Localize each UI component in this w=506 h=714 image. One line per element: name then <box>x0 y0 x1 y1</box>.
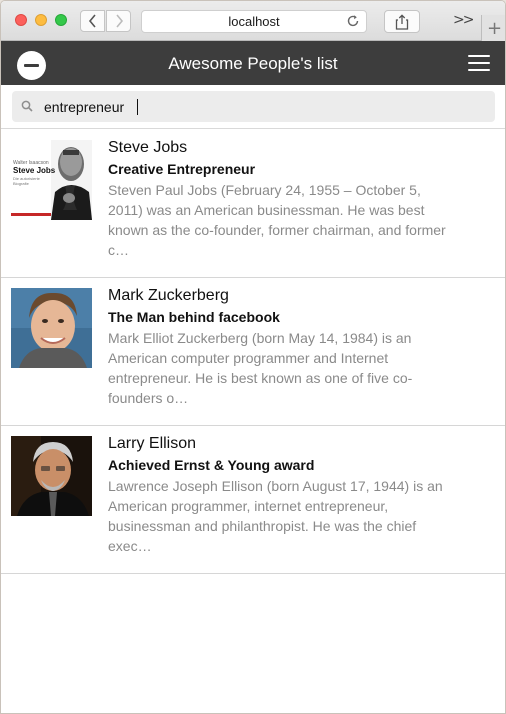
search-box[interactable] <box>12 91 495 122</box>
person-name: Larry Ellison <box>108 435 197 452</box>
page-title: Awesome People's list <box>168 54 338 73</box>
share-button[interactable] <box>384 10 420 33</box>
text-caret <box>137 99 138 115</box>
avatar <box>11 288 92 368</box>
browser-window: localhost >> + Awesome People's list ent… <box>0 0 506 714</box>
plus-icon: + <box>486 17 503 39</box>
chevron-left-icon <box>88 14 96 28</box>
minimize-window-button[interactable] <box>35 14 47 26</box>
person-subtitle: Creative Entrepreneur <box>108 161 256 177</box>
people-list: Walter Isaacson Steve Jobs Die autorisie… <box>1 130 505 574</box>
forward-button[interactable] <box>106 10 131 32</box>
person-subtitle: The Man behind facebook <box>108 309 280 325</box>
url-text: localhost <box>228 14 280 29</box>
share-icon <box>395 13 409 30</box>
app-header: Awesome People's list <box>1 41 505 85</box>
list-item[interactable]: Walter Isaacson Steve Jobs Die autorisie… <box>1 130 505 278</box>
reload-icon[interactable] <box>346 14 360 28</box>
zoom-window-button[interactable] <box>55 14 67 26</box>
browser-toolbar: localhost >> + <box>1 1 505 41</box>
person-description: Steven Paul Jobs (February 24, 1955 – Oc… <box>108 182 446 258</box>
hamburger-icon <box>468 55 490 57</box>
address-bar[interactable]: localhost <box>141 10 367 33</box>
mark-zuckerberg-photo <box>11 288 92 368</box>
more-tabs-button[interactable]: >> <box>453 12 475 28</box>
search-icon <box>21 100 33 112</box>
chevron-right-icon <box>115 14 123 28</box>
search-input[interactable] <box>44 95 464 118</box>
search-bar <box>1 85 505 129</box>
person-description: Mark Elliot Zuckerberg (born May 14, 198… <box>108 330 413 406</box>
person-name: Mark Zuckerberg <box>108 287 229 304</box>
back-button[interactable] <box>80 10 105 32</box>
close-window-button[interactable] <box>15 14 27 26</box>
larry-ellison-photo <box>11 436 92 516</box>
person-description: Lawrence Joseph Ellison (born August 17,… <box>108 478 443 554</box>
person-name: Steve Jobs <box>108 139 188 156</box>
avatar <box>11 436 92 516</box>
menu-button[interactable] <box>468 55 490 71</box>
thumb-caption-title: Steve Jobs <box>13 166 56 175</box>
list-item[interactable]: Mark Zuckerberg The Man behind facebook … <box>1 278 505 426</box>
list-item[interactable]: Larry Ellison Achieved Ernst & Young awa… <box>1 426 505 574</box>
thumb-caption-subtitle: Die autorisierte Biografie <box>13 176 40 186</box>
avatar: Walter Isaacson Steve Jobs Die autorisie… <box>11 140 92 220</box>
new-tab-button[interactable]: + <box>481 15 505 41</box>
person-subtitle: Achieved Ernst & Young award <box>108 457 315 473</box>
